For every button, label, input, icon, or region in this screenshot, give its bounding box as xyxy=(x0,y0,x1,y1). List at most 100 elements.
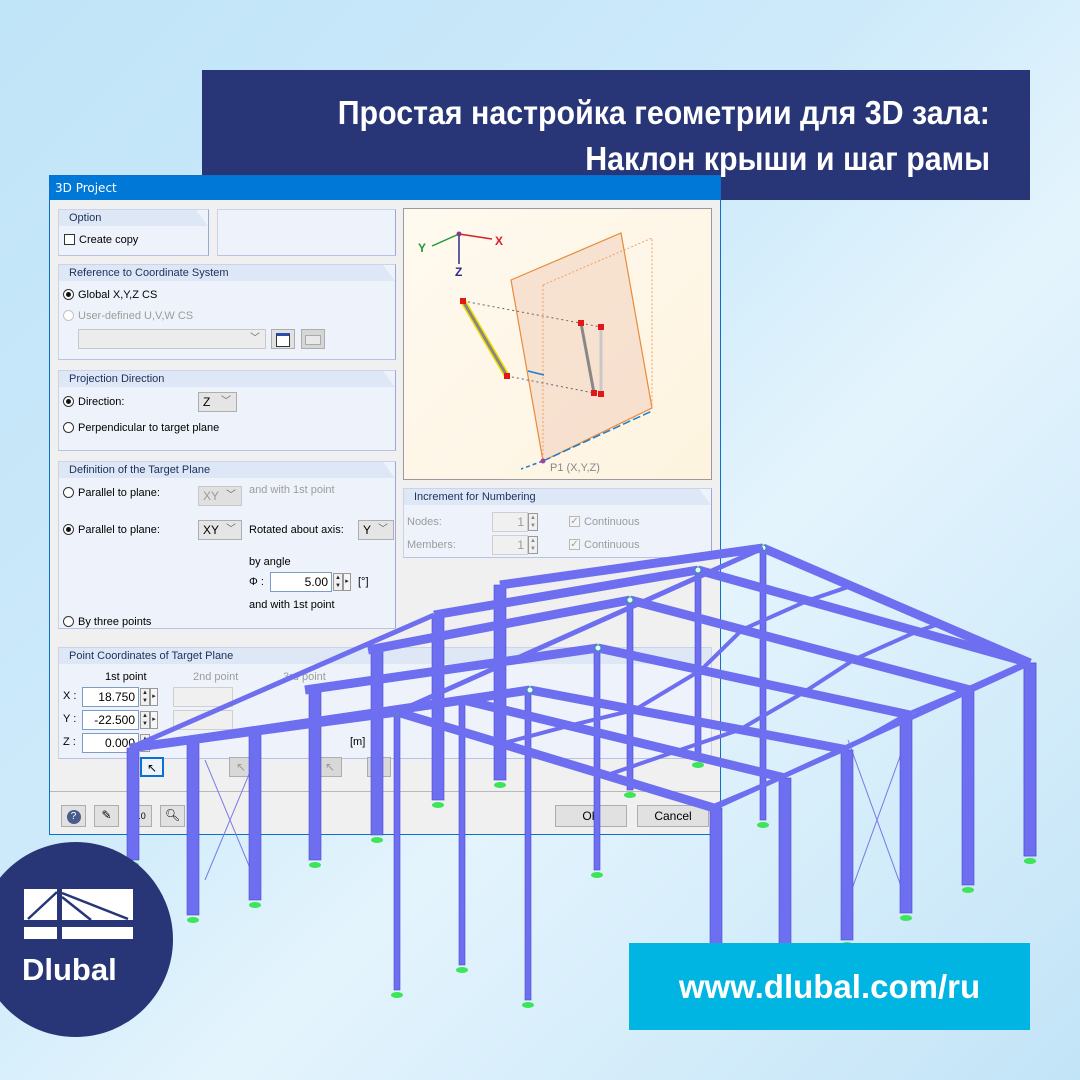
phi-angle-input[interactable]: 5.00 xyxy=(270,572,332,592)
cancel-button[interactable]: Cancel xyxy=(637,805,709,827)
coordinate-system-group: Reference to Coordinate System Global X,… xyxy=(58,264,396,360)
y-2nd-point-input[interactable] xyxy=(173,710,233,730)
view-button[interactable]: 🔍︎ xyxy=(160,805,185,827)
new-cs-button[interactable] xyxy=(271,329,295,349)
phi-spinner[interactable]: ▲ ▼ xyxy=(333,573,343,591)
cursor-pick-icon: ↖ xyxy=(324,760,336,774)
members-increment-input[interactable]: 1 xyxy=(492,535,528,555)
create-copy-label: Create copy xyxy=(79,234,139,246)
three-points-radio[interactable] xyxy=(63,616,74,627)
rafter xyxy=(696,565,1032,668)
node-marker xyxy=(598,324,604,330)
purlin xyxy=(843,712,908,752)
units-button[interactable]: 0.0 xyxy=(127,805,152,827)
purlin xyxy=(853,629,918,662)
nodes-increment-input[interactable]: 1 xyxy=(492,512,528,532)
nodes-label: Nodes: xyxy=(407,516,442,528)
pick-3rd-point-button[interactable]: ↖ xyxy=(318,757,342,777)
x-arrow-button[interactable]: ▸ xyxy=(150,688,158,706)
ok-button[interactable]: OK xyxy=(555,805,627,827)
nodes-continuous-label: Continuous xyxy=(584,516,640,528)
rotated-axis-label: Rotated about axis: xyxy=(249,524,344,536)
global-cs-radio[interactable] xyxy=(63,289,74,300)
user-defined-cs-label: User-defined U,V,W CS xyxy=(78,310,194,322)
help-button[interactable]: ? xyxy=(61,805,86,827)
units-icon: 0.0 xyxy=(133,811,146,821)
node-marker xyxy=(504,373,510,379)
perpendicular-radio[interactable] xyxy=(63,422,74,433)
pick-1st-point-button[interactable]: ↖ xyxy=(140,757,164,777)
parallel-plane-select-2[interactable]: XY ﹀ xyxy=(198,520,242,540)
dlubal-logo: Dlubal xyxy=(0,842,173,1037)
numbering-group: Increment for Numbering Nodes: 1 ▲ ▼ ✓ Co… xyxy=(403,488,712,558)
parallel-plane-select-1[interactable]: XY ﹀ xyxy=(198,486,242,506)
column xyxy=(1023,662,1037,857)
support-icon xyxy=(391,992,403,998)
purlin xyxy=(965,660,1028,691)
url-banner[interactable]: www.dlubal.com/ru xyxy=(629,943,1030,1030)
y-spinner[interactable]: ▲ ▼ xyxy=(140,711,150,729)
pick-extra-button[interactable] xyxy=(367,757,391,777)
edit-cs-button[interactable] xyxy=(301,329,325,349)
hinge-node xyxy=(759,544,767,552)
row-x-label: X : xyxy=(63,690,77,702)
pick-2nd-point-button[interactable]: ↖ xyxy=(229,757,253,777)
phi-unit: [°] xyxy=(358,576,369,588)
members-continuous-checkbox[interactable]: ✓ xyxy=(569,539,580,550)
support-icon xyxy=(962,887,974,893)
purlin xyxy=(710,775,783,809)
parallel-plane-label-2: Parallel to plane: xyxy=(78,524,160,536)
edit-icon: ✎ xyxy=(101,808,112,822)
members-spinner[interactable]: ▲ ▼ xyxy=(528,536,538,554)
nodes-continuous-checkbox[interactable]: ✓ xyxy=(569,516,580,527)
direction-label: Direction: xyxy=(78,396,125,408)
support-icon xyxy=(456,967,468,973)
parallel-plane-radio-2[interactable] xyxy=(63,524,74,535)
y-axis-label: Y xyxy=(418,241,426,255)
node-marker xyxy=(578,320,584,326)
source-member xyxy=(461,300,509,377)
direction-select[interactable]: Z ﹀ xyxy=(198,392,237,412)
eave-beam xyxy=(712,660,1032,811)
purlin xyxy=(916,622,940,634)
purlin xyxy=(806,584,852,603)
y-axis-arrow xyxy=(431,233,460,247)
direction-value: Z xyxy=(203,395,211,409)
perpendicular-label: Perpendicular to target plane xyxy=(78,422,220,434)
x-1st-point-input[interactable]: 18.750 xyxy=(82,687,139,707)
option-group: Option Create copy xyxy=(58,209,209,256)
z-1st-point-input[interactable]: 0.000 xyxy=(82,733,139,753)
support-icon xyxy=(522,1002,534,1008)
parallel-plane-radio-1[interactable] xyxy=(63,487,74,498)
preview-diagram: X Y Z P1 (X,Y,Z) xyxy=(418,231,653,474)
target-plane-group: Definition of the Target Plane Parallel … xyxy=(58,461,396,629)
global-cs-label: Global X,Y,Z CS xyxy=(78,289,158,301)
x-spinner[interactable]: ▲ ▼ xyxy=(140,688,150,706)
direction-radio[interactable] xyxy=(63,396,74,407)
x-2nd-point-input[interactable] xyxy=(173,687,233,707)
dialog-titlebar[interactable]: 3D Project xyxy=(50,176,720,200)
user-defined-cs-radio[interactable] xyxy=(63,310,74,321)
rotated-axis-select[interactable]: Y ﹀ xyxy=(358,520,394,540)
nodes-spinner[interactable]: ▲ ▼ xyxy=(528,513,538,531)
y-1st-point-input[interactable]: -22.500 xyxy=(82,710,139,730)
user-cs-select[interactable]: ﹀ xyxy=(78,329,266,349)
chevron-down-icon: ﹀ xyxy=(378,524,388,535)
phi-arrow-button[interactable]: ▸ xyxy=(343,573,351,591)
x-axis-label: X xyxy=(495,234,503,248)
edit-button[interactable]: ✎ xyxy=(94,805,119,827)
z-spinner[interactable]: ▲ ▼ xyxy=(140,734,150,752)
three-points-label: By three points xyxy=(78,616,152,628)
purlin xyxy=(780,747,846,780)
purlin xyxy=(741,598,809,632)
column xyxy=(759,547,767,821)
p1-point xyxy=(540,458,546,464)
col-3rd-point: 3rd point xyxy=(283,671,326,683)
chevron-down-icon: ﹀ xyxy=(226,490,236,501)
column xyxy=(1023,662,1037,857)
rotated-axis-value: Y xyxy=(363,523,372,537)
create-copy-checkbox[interactable] xyxy=(64,234,75,245)
y-arrow-button[interactable]: ▸ xyxy=(150,711,158,729)
bracing xyxy=(847,739,907,901)
empty-group xyxy=(217,209,396,256)
